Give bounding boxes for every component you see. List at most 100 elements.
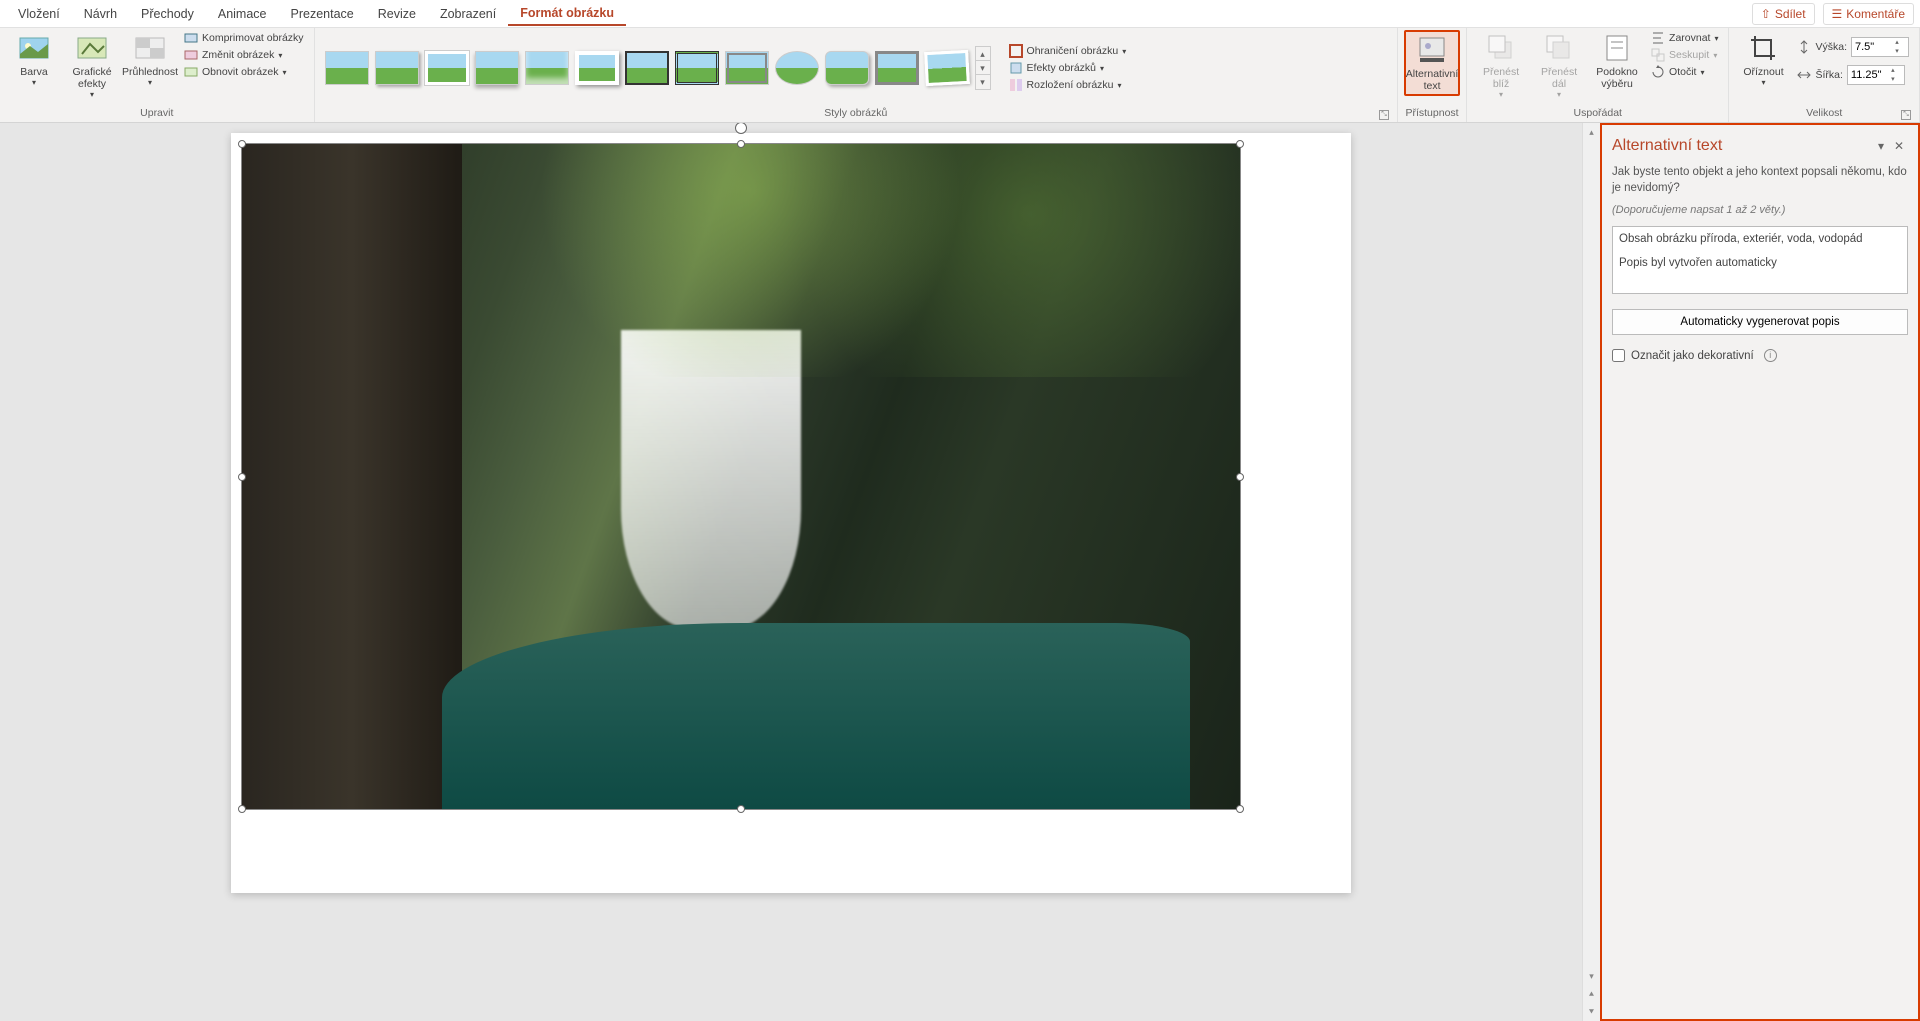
reset-icon [184, 65, 198, 79]
gallery-up-icon[interactable]: ▴ [976, 47, 990, 61]
tab-review[interactable]: Revize [366, 3, 428, 25]
send-backward-button: Přenést dál▾ [1531, 30, 1587, 101]
styles-dialog-launcher[interactable]: ⤡ [1379, 110, 1389, 120]
style-thumb-4[interactable] [475, 51, 519, 85]
style-thumb-11[interactable] [825, 51, 869, 85]
tab-transitions[interactable]: Přechody [129, 3, 206, 25]
selection-pane-button[interactable]: Podokno výběru [1589, 30, 1645, 92]
group-size-label: Velikost⤡ [1735, 106, 1913, 120]
width-row: Šířka: ▴▾ [1793, 64, 1913, 86]
comments-button[interactable]: ☰Komentáře [1823, 3, 1914, 25]
color-button[interactable]: Barva▾ [6, 30, 62, 89]
rotate-button[interactable]: Otočit ▾ [1647, 64, 1722, 80]
change-picture-button[interactable]: Změnit obrázek ▾ [180, 47, 308, 63]
effects-icon [1009, 61, 1023, 75]
ribbon: Barva▾ Grafické efekty▾ Průhlednost▾ Kom… [0, 28, 1920, 123]
group-edit: Barva▾ Grafické efekty▾ Průhlednost▾ Kom… [0, 28, 315, 122]
resize-handle-br[interactable] [1236, 805, 1244, 813]
change-icon [184, 48, 198, 62]
tab-picture-format[interactable]: Formát obrázku [508, 2, 626, 26]
waterfall-image [242, 144, 1240, 809]
ribbon-tabs: Vložení Návrh Přechody Animace Prezentac… [0, 0, 1920, 28]
prev-slide-icon[interactable]: ⯅ [1583, 985, 1600, 1003]
slide [231, 133, 1351, 893]
align-icon [1651, 31, 1665, 45]
tab-animations[interactable]: Animace [206, 3, 279, 25]
tab-design[interactable]: Návrh [72, 3, 129, 25]
resize-handle-ml[interactable] [238, 473, 246, 481]
group-edit-label: Upravit [6, 106, 308, 120]
comment-icon: ☰ [1832, 7, 1843, 21]
style-thumb-10[interactable] [775, 51, 819, 85]
pane-hint: (Doporučujeme napsat 1 až 2 věty.) [1612, 204, 1908, 216]
tab-slideshow[interactable]: Prezentace [279, 3, 366, 25]
style-thumb-12[interactable] [875, 51, 919, 85]
alt-text-button[interactable]: Alternativní text [1404, 30, 1460, 96]
crop-button[interactable]: Oříznout▾ [1735, 30, 1791, 89]
size-dialog-launcher[interactable]: ⤡ [1901, 110, 1911, 120]
group-accessibility: Alternativní text Přístupnost [1398, 28, 1467, 122]
picture-effects-button[interactable]: Efekty obrázků ▾ [1005, 60, 1131, 76]
pane-title: Alternativní text [1612, 137, 1722, 155]
artistic-effects-button[interactable]: Grafické efekty▾ [64, 30, 120, 101]
gallery-down-icon[interactable]: ▾ [976, 61, 990, 75]
resize-handle-tm[interactable] [737, 140, 745, 148]
chevron-down-icon: ▾ [32, 78, 36, 87]
scroll-down-icon[interactable]: ▾ [1583, 967, 1600, 985]
share-icon: ⇧ [1761, 7, 1771, 21]
resize-handle-bl[interactable] [238, 805, 246, 813]
scroll-up-icon[interactable]: ▴ [1583, 123, 1600, 141]
width-input[interactable]: ▴▾ [1847, 65, 1905, 85]
style-thumb-1[interactable] [325, 51, 369, 85]
resize-handle-mr[interactable] [1236, 473, 1244, 481]
compress-icon [184, 31, 198, 45]
resize-handle-tr[interactable] [1236, 140, 1244, 148]
style-thumb-6[interactable] [575, 51, 619, 85]
decorative-checkbox-row[interactable]: Označit jako dekorativní i [1612, 349, 1908, 362]
selected-image[interactable] [241, 143, 1241, 810]
resize-handle-tl[interactable] [238, 140, 246, 148]
pane-options-button[interactable]: ▾ [1872, 137, 1890, 155]
alt-text-input[interactable] [1612, 226, 1908, 294]
slide-canvas[interactable] [0, 123, 1582, 1021]
info-icon[interactable]: i [1764, 349, 1777, 362]
tab-view[interactable]: Zobrazení [428, 3, 508, 25]
pane-close-button[interactable]: ✕ [1890, 137, 1908, 155]
group-size: Oříznout▾ Výška: ▴▾ Šířka: ▴▾ Velikost⤡ [1729, 28, 1920, 122]
next-slide-icon[interactable]: ⯆ [1583, 1003, 1600, 1021]
align-button[interactable]: Zarovnat ▾ [1647, 30, 1722, 46]
generate-description-button[interactable]: Automaticky vygenerovat popis [1612, 309, 1908, 335]
style-thumb-3[interactable] [425, 51, 469, 85]
rotate-icon [1651, 65, 1665, 79]
group-icon [1651, 48, 1665, 62]
decorative-label: Označit jako dekorativní [1631, 350, 1754, 362]
decorative-checkbox[interactable] [1612, 349, 1625, 362]
share-button[interactable]: ⇧Sdílet [1752, 3, 1815, 25]
alt-text-pane: Alternativní text ▾ ✕ Jak byste tento ob… [1600, 123, 1920, 1021]
border-icon [1009, 44, 1023, 58]
picture-border-button[interactable]: Ohraničení obrázku ▾ [1005, 43, 1131, 59]
compress-button[interactable]: Komprimovat obrázky [180, 30, 308, 46]
group-picture-styles: ▴ ▾ ▾ Ohraničení obrázku ▾ Efekty obrázk… [315, 28, 1398, 122]
height-input[interactable]: ▴▾ [1851, 37, 1909, 57]
style-thumb-5[interactable] [525, 51, 569, 85]
style-thumb-7[interactable] [625, 51, 669, 85]
tab-insert[interactable]: Vložení [6, 3, 72, 25]
transparency-button[interactable]: Průhlednost▾ [122, 30, 178, 89]
gallery-more-icon[interactable]: ▾ [976, 75, 990, 89]
vertical-scrollbar[interactable]: ▴ ▾ ⯅ ⯆ [1582, 123, 1600, 1021]
style-thumb-2[interactable] [375, 51, 419, 85]
height-row: Výška: ▴▾ [1793, 36, 1913, 58]
style-thumb-9[interactable] [725, 51, 769, 85]
reset-picture-button[interactable]: Obnovit obrázek ▾ [180, 64, 308, 80]
picture-layout-button[interactable]: Rozložení obrázku ▾ [1005, 77, 1131, 93]
layout-icon [1009, 78, 1023, 92]
group-arrange-label: Uspořádat [1473, 106, 1722, 120]
style-thumb-8[interactable] [675, 51, 719, 85]
height-icon [1797, 40, 1811, 54]
resize-handle-bm[interactable] [737, 805, 745, 813]
style-thumb-13[interactable] [924, 50, 970, 86]
width-icon [1797, 68, 1811, 82]
rotate-handle[interactable] [735, 123, 747, 134]
group-arrange: Přenést blíž▾ Přenést dál▾ Podokno výběr… [1467, 28, 1729, 122]
